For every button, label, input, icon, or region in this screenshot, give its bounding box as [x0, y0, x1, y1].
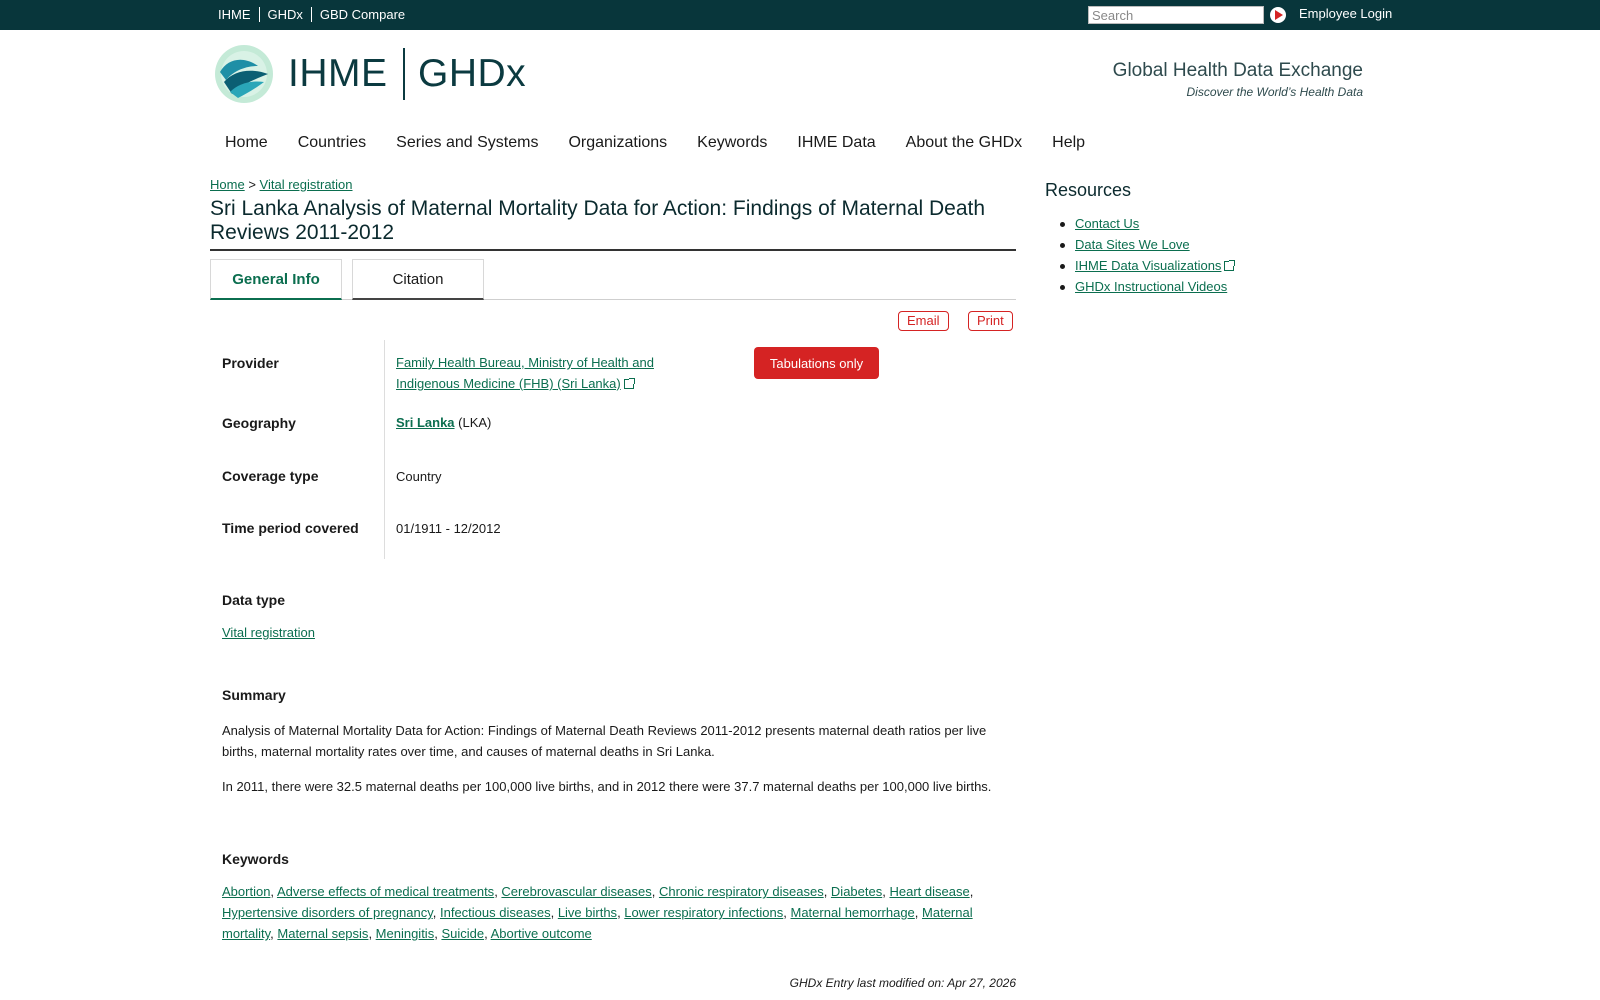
- geography-link[interactable]: Sri Lanka: [396, 415, 455, 430]
- keyword-link[interactable]: Abortive outcome: [491, 926, 592, 941]
- geography-value: Sri Lanka (LKA): [396, 412, 491, 433]
- info-table-divider: [384, 340, 385, 559]
- search-submit-button[interactable]: [1270, 7, 1286, 23]
- breadcrumb-current[interactable]: Vital registration: [260, 177, 353, 192]
- breadcrumb-home[interactable]: Home: [210, 177, 245, 192]
- resource-item: Data Sites We Love: [1045, 234, 1234, 255]
- resource-data-sites[interactable]: Data Sites We Love: [1075, 237, 1190, 252]
- keyword-link[interactable]: Diabetes: [831, 884, 882, 899]
- nav-series-and-systems[interactable]: Series and Systems: [396, 134, 538, 152]
- nav-about-the-ghdx[interactable]: About the GHDx: [906, 134, 1023, 152]
- keyword-link[interactable]: Abortion: [222, 884, 270, 899]
- provider-link[interactable]: Family Health Bureau, Ministry of Health…: [396, 355, 654, 391]
- breadcrumb-separator: >: [248, 177, 256, 192]
- keyword-link[interactable]: Cerebrovascular diseases: [501, 884, 651, 899]
- summary-heading: Summary: [222, 687, 286, 703]
- nav-home[interactable]: Home: [225, 134, 268, 152]
- brand-divider: [403, 48, 405, 100]
- tab-general-info[interactable]: General Info: [210, 259, 342, 300]
- coverage-type-value: Country: [396, 469, 442, 484]
- resource-item: IHME Data Visualizations: [1045, 255, 1236, 276]
- tab-citation[interactable]: Citation: [352, 259, 484, 300]
- tabulations-only-badge: Tabulations only: [754, 347, 879, 379]
- external-link-icon: [623, 378, 635, 389]
- ihme-logo-icon[interactable]: [214, 44, 274, 107]
- time-period-value: 01/1911 - 12/2012: [396, 521, 501, 536]
- keyword-link[interactable]: Meningitis: [376, 926, 435, 941]
- last-modified-note: GHDx Entry last modified on: Apr 27, 202…: [789, 976, 1016, 990]
- nav-organizations[interactable]: Organizations: [568, 134, 667, 152]
- search-input[interactable]: [1088, 6, 1264, 24]
- resource-item: Contact Us: [1045, 213, 1234, 234]
- keyword-link[interactable]: Chronic respiratory diseases: [659, 884, 824, 899]
- external-link-icon: [1224, 260, 1236, 271]
- time-period-label: Time period covered: [222, 520, 359, 536]
- page-title: Sri Lanka Analysis of Maternal Mortality…: [210, 197, 1016, 251]
- keyword-link[interactable]: Lower respiratory infections: [624, 905, 783, 920]
- top-links: IHME GHDx GBD Compare: [218, 7, 405, 22]
- geography-label: Geography: [222, 415, 296, 431]
- data-type-heading: Data type: [222, 592, 286, 608]
- keyword-link[interactable]: Maternal hemorrhage: [791, 905, 915, 920]
- keyword-link[interactable]: Hypertensive disorders of pregnancy: [222, 905, 433, 920]
- record-tabs: General Info Citation: [210, 259, 1016, 300]
- resource-contact-us[interactable]: Contact Us: [1075, 216, 1139, 231]
- top-link-ihme[interactable]: IHME: [218, 7, 251, 22]
- keyword-link[interactable]: Infectious diseases: [440, 905, 551, 920]
- keywords-list: Abortion, Adverse effects of medical tre…: [222, 884, 974, 941]
- keywords-heading: Keywords: [222, 851, 289, 867]
- data-type-value: Vital registration: [222, 622, 1012, 643]
- nav-countries[interactable]: Countries: [298, 134, 366, 152]
- summary-paragraph-1: Analysis of Maternal Mortality Data for …: [222, 723, 987, 759]
- top-bar: IHME GHDx GBD Compare Employee Login: [0, 0, 1600, 30]
- top-link-gbd-compare[interactable]: GBD Compare: [320, 7, 405, 22]
- resource-instructional-videos[interactable]: GHDx Instructional Videos: [1075, 279, 1227, 294]
- email-button[interactable]: Email: [898, 311, 949, 331]
- top-link-separator: [258, 7, 260, 22]
- top-link-separator: [310, 7, 312, 22]
- site-tagline: Global Health Data Exchange: [1112, 60, 1363, 81]
- summary-paragraph-2: In 2011, there were 32.5 maternal deaths…: [222, 779, 992, 794]
- nav-help[interactable]: Help: [1052, 134, 1085, 152]
- resource-ihme-visualizations[interactable]: IHME Data Visualizations: [1075, 258, 1221, 273]
- data-type-link[interactable]: Vital registration: [222, 625, 315, 640]
- geography-code: (LKA): [458, 415, 492, 430]
- resources-list: Contact Us Data Sites We Love IHME Data …: [1045, 213, 1236, 297]
- keyword-link[interactable]: Live births: [558, 905, 617, 920]
- keyword-link[interactable]: Suicide: [441, 926, 484, 941]
- brand-ghdx: GHDx: [418, 52, 527, 95]
- keyword-link[interactable]: Heart disease: [889, 884, 969, 899]
- coverage-type-label: Coverage type: [222, 468, 319, 484]
- resources-heading: Resources: [1045, 180, 1132, 200]
- brand-ihme: IHME: [288, 52, 388, 95]
- provider-label: Provider: [222, 355, 279, 371]
- employee-login-link[interactable]: Employee Login: [1299, 7, 1392, 21]
- resource-item: GHDx Instructional Videos: [1045, 276, 1234, 297]
- breadcrumb: Home > Vital registration: [210, 177, 353, 192]
- provider-value: Family Health Bureau, Ministry of Health…: [396, 352, 696, 394]
- site-subtagline: Discover the World’s Health Data: [1186, 85, 1363, 99]
- nav-ihme-data[interactable]: IHME Data: [797, 134, 875, 152]
- keyword-link[interactable]: Maternal sepsis: [277, 926, 368, 941]
- keyword-link[interactable]: Adverse effects of medical treatments: [277, 884, 494, 899]
- top-link-ghdx[interactable]: GHDx: [268, 7, 303, 22]
- main-nav: Home Countries Series and Systems Organi…: [225, 134, 1085, 152]
- print-button[interactable]: Print: [968, 311, 1013, 331]
- play-arrow-icon: [1275, 10, 1283, 20]
- nav-keywords[interactable]: Keywords: [697, 134, 767, 152]
